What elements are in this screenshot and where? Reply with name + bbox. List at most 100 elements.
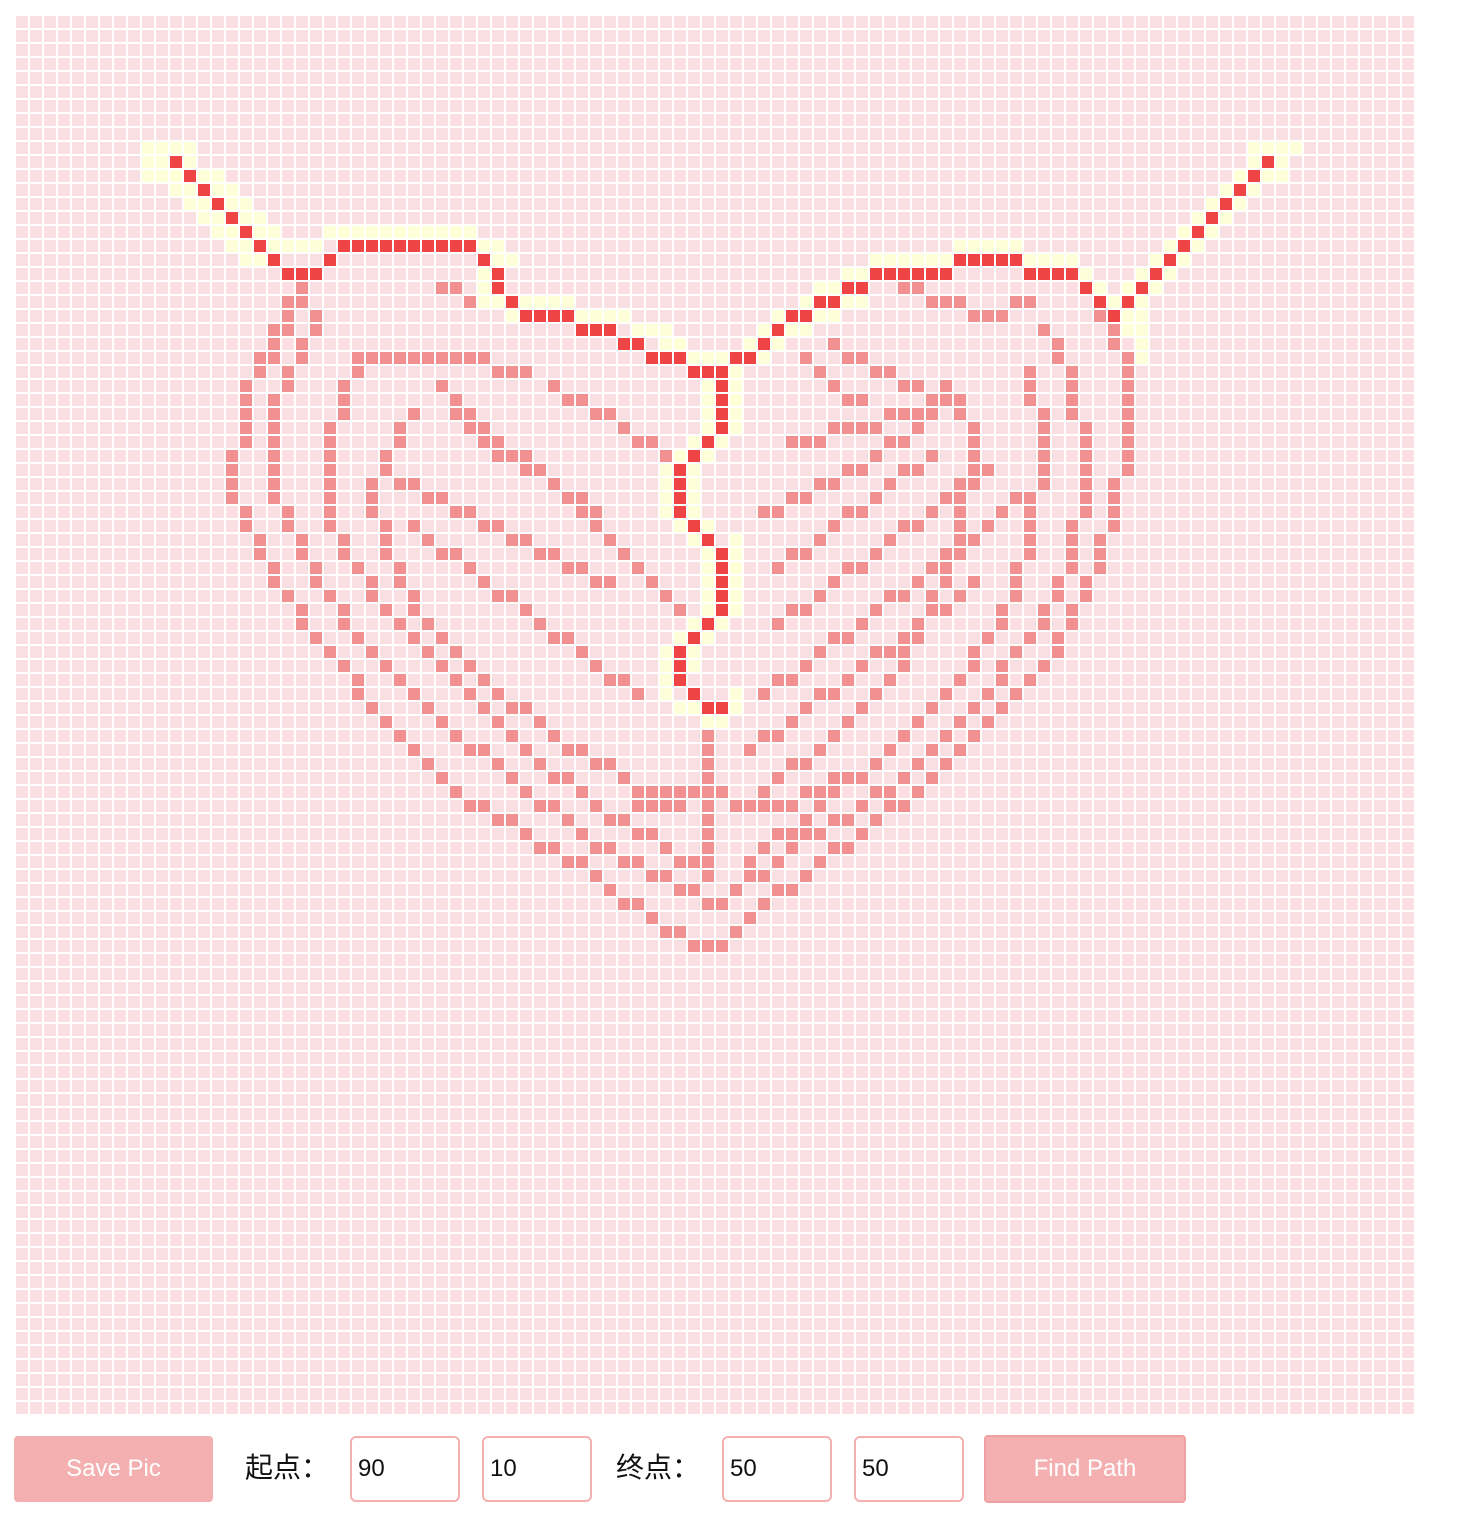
grid-cell[interactable] [884, 310, 896, 322]
grid-cell[interactable] [1374, 660, 1386, 672]
grid-cell[interactable] [100, 324, 112, 336]
wall-cell[interactable] [408, 590, 420, 602]
wall-cell[interactable] [562, 492, 574, 504]
grid-cell[interactable] [828, 72, 840, 84]
wall-cell[interactable] [940, 688, 952, 700]
grid-cell[interactable] [86, 702, 98, 714]
grid-cell[interactable] [1220, 338, 1232, 350]
grid-cell[interactable] [534, 30, 546, 42]
grid-cell[interactable] [1346, 198, 1358, 210]
wall-cell[interactable] [268, 450, 280, 462]
wall-cell[interactable] [436, 660, 448, 672]
grid-cell[interactable] [772, 394, 784, 406]
grid-cell[interactable] [1108, 184, 1120, 196]
grid-cell[interactable] [100, 142, 112, 154]
grid-cell[interactable] [814, 184, 826, 196]
grid-cell[interactable] [58, 254, 70, 266]
grid-cell[interactable] [954, 464, 966, 476]
grid-cell[interactable] [884, 86, 896, 98]
grid-cell[interactable] [968, 198, 980, 210]
grid-cell[interactable] [996, 338, 1008, 350]
grid-cell[interactable] [744, 422, 756, 434]
grid-cell[interactable] [1038, 170, 1050, 182]
grid-cell[interactable] [1374, 674, 1386, 686]
grid-cell[interactable] [1346, 576, 1358, 588]
path-cell[interactable] [618, 338, 630, 350]
grid-cell[interactable] [142, 688, 154, 700]
grid-cell[interactable] [1206, 296, 1218, 308]
grid-cell[interactable] [814, 394, 826, 406]
wall-cell[interactable] [870, 422, 882, 434]
visited-cell[interactable] [730, 576, 742, 588]
grid-cell[interactable] [492, 30, 504, 42]
grid-cell[interactable] [1122, 44, 1134, 56]
grid-cell[interactable] [1290, 464, 1302, 476]
grid-cell[interactable] [422, 674, 434, 686]
grid-cell[interactable] [506, 492, 518, 504]
grid-cell[interactable] [282, 86, 294, 98]
grid-cell[interactable] [254, 128, 266, 140]
wall-cell[interactable] [548, 632, 560, 644]
grid-cell[interactable] [1080, 30, 1092, 42]
path-cell[interactable] [464, 240, 476, 252]
grid-cell[interactable] [828, 100, 840, 112]
grid-cell[interactable] [1248, 576, 1260, 588]
grid-cell[interactable] [1094, 352, 1106, 364]
wall-cell[interactable] [926, 604, 938, 616]
grid-cell[interactable] [604, 590, 616, 602]
visited-cell[interactable] [450, 226, 462, 238]
grid-cell[interactable] [156, 562, 168, 574]
visited-cell[interactable] [184, 156, 196, 168]
grid-cell[interactable] [604, 86, 616, 98]
grid-cell[interactable] [226, 422, 238, 434]
grid-cell[interactable] [716, 282, 728, 294]
grid-cell[interactable] [282, 408, 294, 420]
grid-cell[interactable] [16, 58, 28, 70]
grid-cell[interactable] [590, 240, 602, 252]
grid-cell[interactable] [954, 268, 966, 280]
grid-cell[interactable] [338, 72, 350, 84]
visited-cell[interactable] [268, 226, 280, 238]
grid-cell[interactable] [1388, 464, 1400, 476]
grid-cell[interactable] [1122, 72, 1134, 84]
grid-cell[interactable] [688, 58, 700, 70]
grid-cell[interactable] [772, 646, 784, 658]
grid-cell[interactable] [1220, 296, 1232, 308]
grid-cell[interactable] [1374, 268, 1386, 280]
wall-cell[interactable] [898, 590, 910, 602]
grid-cell[interactable] [198, 142, 210, 154]
grid-cell[interactable] [100, 646, 112, 658]
grid-cell[interactable] [1038, 114, 1050, 126]
path-cell[interactable] [982, 254, 994, 266]
grid-cell[interactable] [828, 86, 840, 98]
grid-cell[interactable] [506, 58, 518, 70]
grid-cell[interactable] [562, 506, 574, 518]
grid-cell[interactable] [198, 310, 210, 322]
grid-cell[interactable] [1220, 394, 1232, 406]
grid-cell[interactable] [450, 422, 462, 434]
grid-cell[interactable] [716, 170, 728, 182]
visited-cell[interactable] [156, 156, 168, 168]
wall-cell[interactable] [1108, 492, 1120, 504]
grid-cell[interactable] [1094, 590, 1106, 602]
grid-cell[interactable] [604, 114, 616, 126]
grid-cell[interactable] [184, 618, 196, 630]
grid-cell[interactable] [1248, 58, 1260, 70]
grid-cell[interactable] [716, 86, 728, 98]
grid-cell[interactable] [324, 576, 336, 588]
grid-cell[interactable] [758, 268, 770, 280]
grid-cell[interactable] [1206, 576, 1218, 588]
grid-cell[interactable] [212, 534, 224, 546]
grid-cell[interactable] [1304, 632, 1316, 644]
grid-cell[interactable] [44, 464, 56, 476]
grid-cell[interactable] [310, 604, 322, 616]
grid-cell[interactable] [562, 534, 574, 546]
grid-cell[interactable] [464, 58, 476, 70]
grid-cell[interactable] [422, 184, 434, 196]
grid-cell[interactable] [114, 660, 126, 672]
grid-cell[interactable] [478, 548, 490, 560]
grid-cell[interactable] [1150, 478, 1162, 490]
grid-cell[interactable] [142, 394, 154, 406]
grid-cell[interactable] [1136, 590, 1148, 602]
grid-cell[interactable] [128, 646, 140, 658]
